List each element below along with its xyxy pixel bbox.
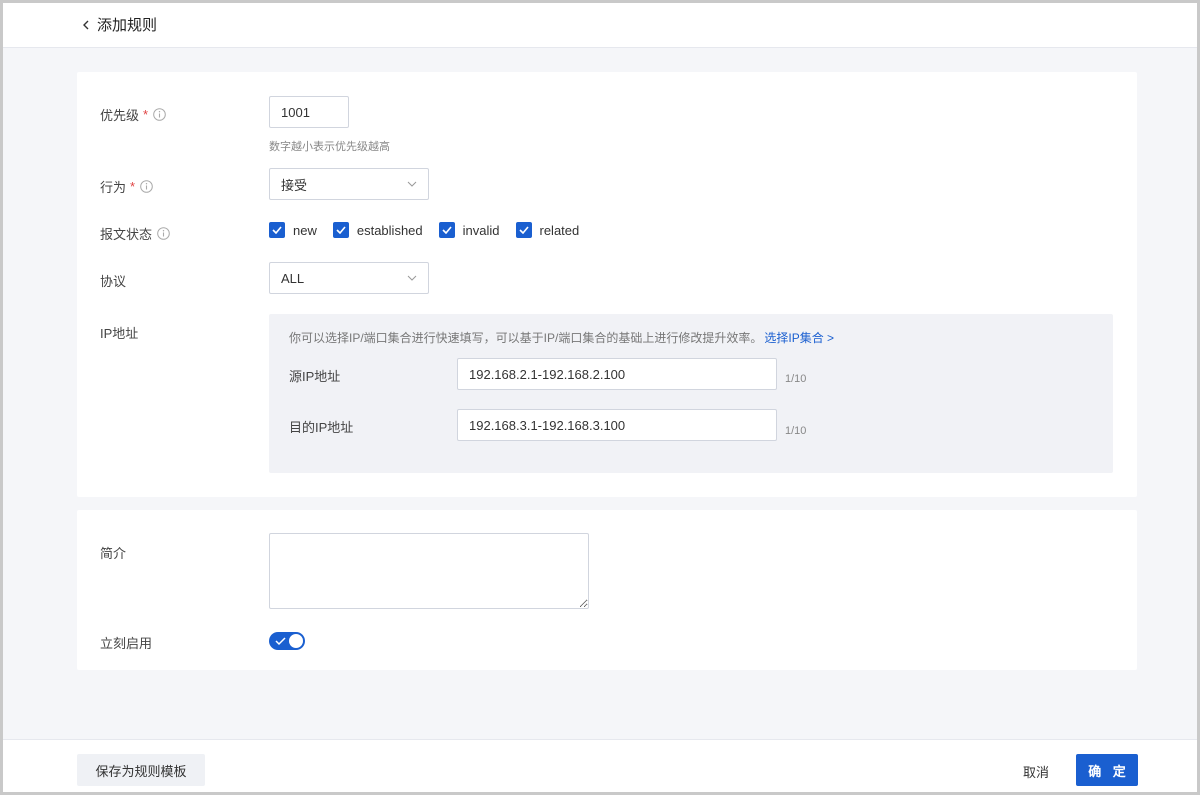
source-ip-input[interactable] xyxy=(457,358,777,390)
required-mark: * xyxy=(130,179,136,194)
priority-label: 优先级 xyxy=(100,108,140,123)
enable-now-toggle[interactable] xyxy=(269,632,305,650)
protocol-select[interactable]: ALL xyxy=(269,262,429,294)
info-icon[interactable] xyxy=(140,180,153,193)
app-window: 添加规则 优先级 * 数字越小表示优先级越高 行为 * 接受 xyxy=(0,0,1200,795)
rule-settings-card: 优先级 * 数字越小表示优先级越高 行为 * 接受 xyxy=(77,72,1137,497)
page-footer: 保存为规则模板 取消 确 定 xyxy=(3,739,1197,792)
protocol-selected-value: ALL xyxy=(281,270,305,286)
check-icon xyxy=(275,637,286,646)
page-title: 添加规则 xyxy=(97,17,158,34)
priority-label-row: 优先级 * xyxy=(100,105,166,124)
destination-ip-count: 1/10 xyxy=(785,425,807,437)
packet-state-label: 报文状态 xyxy=(100,227,153,242)
extra-settings-card: 简介 立刻启用 xyxy=(77,510,1137,670)
packet-state-checkboxes: new established invalid related xyxy=(269,222,595,238)
action-select[interactable]: 接受 xyxy=(269,168,429,200)
toggle-knob xyxy=(289,634,303,648)
enable-now-label-row: 立刻启用 xyxy=(100,633,152,652)
checkbox-new[interactable]: new xyxy=(269,222,317,238)
checkbox-checked-icon xyxy=(332,222,349,238)
cancel-button[interactable]: 取消 xyxy=(1023,762,1049,781)
source-ip-count: 1/10 xyxy=(785,373,807,385)
ip-label: IP地址 xyxy=(100,326,139,341)
chevron-down-icon xyxy=(407,275,417,281)
chevron-down-icon xyxy=(407,181,417,187)
ip-label-row: IP地址 xyxy=(100,323,138,342)
ip-description: 你可以选择IP/端口集合进行快速填写，可以基于IP/端口集合的基础上进行修改提升… xyxy=(289,329,834,346)
destination-ip-input[interactable] xyxy=(457,409,777,441)
save-as-template-button[interactable]: 保存为规则模板 xyxy=(77,754,205,786)
checkbox-label: invalid xyxy=(462,222,500,238)
protocol-label: 协议 xyxy=(100,274,127,289)
info-icon[interactable] xyxy=(157,227,170,240)
checkbox-label: related xyxy=(539,222,580,238)
info-icon[interactable] xyxy=(153,108,166,121)
intro-textarea[interactable] xyxy=(269,533,589,609)
action-selected-value: 接受 xyxy=(281,177,308,193)
checkbox-invalid[interactable]: invalid xyxy=(438,222,500,238)
checkbox-label: new xyxy=(293,222,317,238)
checkbox-checked-icon xyxy=(438,222,455,238)
page-header: 添加规则 xyxy=(3,3,1197,48)
priority-input[interactable] xyxy=(269,96,349,128)
priority-hint: 数字越小表示优先级越高 xyxy=(269,141,390,153)
intro-label: 简介 xyxy=(100,546,127,561)
protocol-label-row: 协议 xyxy=(100,271,126,290)
required-mark: * xyxy=(143,107,149,122)
confirm-button[interactable]: 确 定 xyxy=(1076,754,1138,786)
ip-description-text: 你可以选择IP/端口集合进行快速填写，可以基于IP/端口集合的基础上进行修改提升… xyxy=(289,331,763,345)
ip-address-panel: 你可以选择IP/端口集合进行快速填写，可以基于IP/端口集合的基础上进行修改提升… xyxy=(269,314,1113,473)
enable-now-label: 立刻启用 xyxy=(100,636,153,651)
action-label: 行为 xyxy=(100,180,127,195)
checkbox-checked-icon xyxy=(269,222,285,238)
intro-label-row: 简介 xyxy=(100,543,126,562)
checkbox-established[interactable]: established xyxy=(332,222,423,238)
action-label-row: 行为 * xyxy=(100,177,153,196)
destination-ip-label: 目的IP地址 xyxy=(289,420,354,435)
select-ip-set-link[interactable]: 选择IP集合 > xyxy=(764,331,834,345)
chevron-left-icon xyxy=(83,20,89,29)
back-button[interactable]: 添加规则 xyxy=(80,14,157,35)
checkbox-related[interactable]: related xyxy=(515,222,580,238)
packet-state-label-row: 报文状态 xyxy=(100,224,170,243)
checkbox-label: established xyxy=(356,222,423,238)
checkbox-checked-icon xyxy=(515,222,532,238)
source-ip-label: 源IP地址 xyxy=(289,369,341,384)
